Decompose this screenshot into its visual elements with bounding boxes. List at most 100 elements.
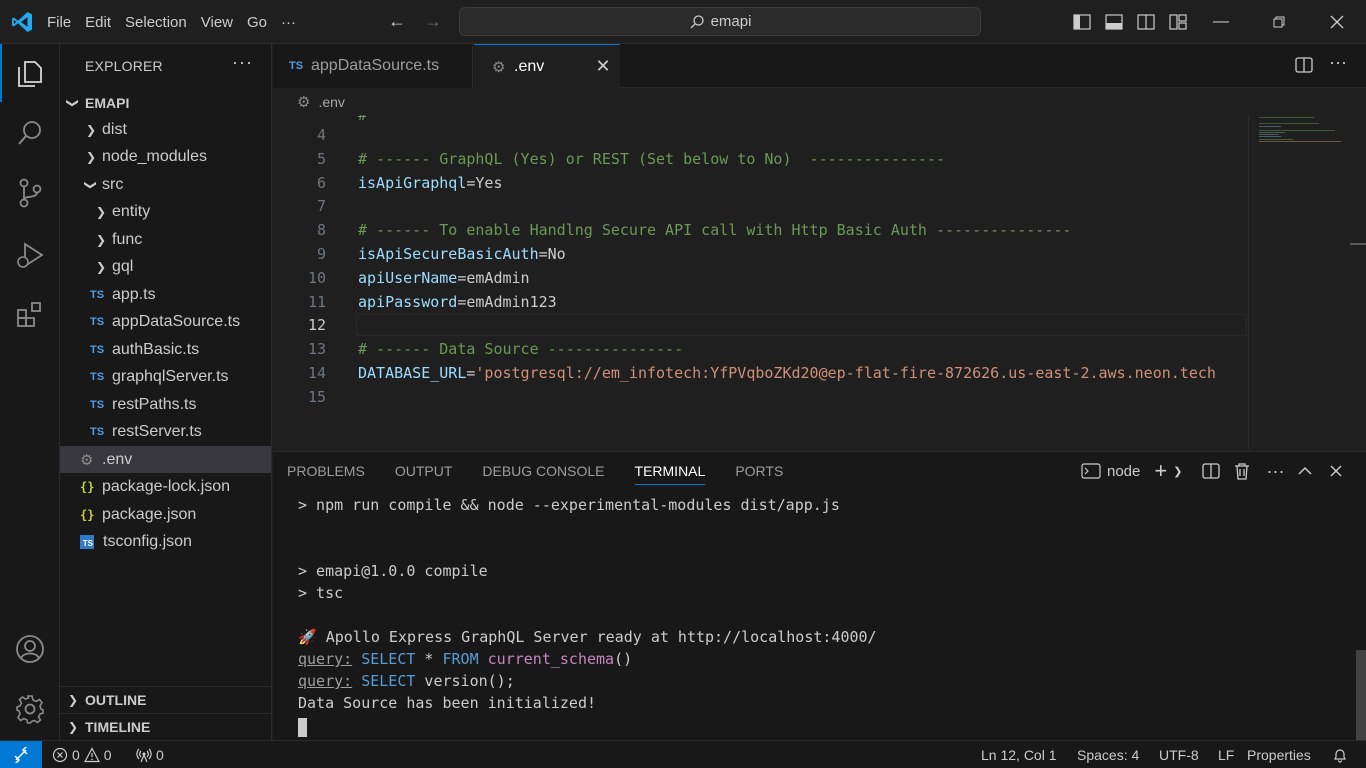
menu-more[interactable]: ··· [276,14,301,31]
tree-item[interactable]: ❯ entity [60,199,271,226]
tab-output[interactable]: OUTPUT [395,463,453,479]
toggle-secondary-sidebar-icon[interactable] [1130,0,1162,44]
maximize-panel-icon[interactable] [1298,466,1312,476]
panel-more-icon[interactable]: ··· [1266,461,1284,482]
eol-status[interactable]: LF [1218,741,1234,768]
tab-problems[interactable]: PROBLEMS [287,463,365,479]
extensions-activity[interactable] [0,286,60,344]
menu-selection[interactable]: Selection [120,14,192,31]
tab-terminal[interactable]: TERMINAL [634,463,706,485]
explorer-activity[interactable] [0,44,60,102]
tree-item[interactable]: ❯ gql [60,254,271,281]
new-terminal-icon[interactable]: + [1154,458,1167,484]
tree-item[interactable]: {} package.json [60,501,271,528]
minimize-button[interactable]: — [1192,0,1250,44]
chevron-down-icon[interactable]: ❯ [1173,465,1182,478]
source-control-icon [19,178,42,208]
trash-icon[interactable] [1234,462,1250,480]
typescript-file-icon: TS [90,426,105,438]
status-bar: 0 0 0 Ln 12, Col 1 Spaces: 4 UTF-8 LF Pr… [0,740,1366,768]
menu-file[interactable]: File [42,14,76,31]
tree-item[interactable]: TS graphqlServer.ts [60,364,271,391]
tree-item[interactable]: ⚙ .env [60,446,271,473]
tree-root-emapi[interactable]: ❯ EMAPI [60,89,271,116]
partial-line: # [358,115,368,124]
chevron-right-icon: ❯ [95,205,107,219]
ports-status[interactable]: 0 [136,741,164,768]
indentation-status[interactable]: Spaces: 4 [1077,741,1139,768]
encoding-status[interactable]: UTF-8 [1159,741,1199,768]
problems-status[interactable]: 0 0 [52,741,112,768]
chevron-right-icon: ❯ [95,232,107,247]
tree-item-label: restPaths.ts [112,395,197,413]
remote-indicator[interactable] [0,741,42,768]
terminal-token: Data Source has been initialized! [298,694,597,712]
restore-button[interactable] [1250,0,1308,44]
minimap[interactable] [1248,115,1350,450]
tree-item[interactable]: ❯ func [60,226,271,253]
typescript-file-icon: TS [90,316,105,328]
search-activity[interactable] [0,104,60,162]
chevron-right-icon: ❯ [67,720,79,734]
tab-debug-console[interactable]: DEBUG CONSOLE [482,463,604,479]
explorer-more-icon[interactable]: ··· [232,52,253,73]
terminal-token: > tsc [298,584,344,602]
forward-arrow-icon[interactable]: → [422,12,444,32]
line-number: 14 [307,364,326,382]
tree-item[interactable]: TS restPaths.ts [60,391,271,418]
tree-item[interactable]: TS authBasic.ts [60,336,271,363]
tree-item[interactable]: ❯ src [60,171,271,198]
cursor-position[interactable]: Ln 12, Col 1 [981,741,1057,768]
close-tab-icon[interactable]: ✕ [594,57,612,75]
breadcrumb-file[interactable]: .env [318,94,344,110]
accounts-activity[interactable] [0,620,60,678]
tree-item[interactable]: {} package-lock.json [60,474,271,501]
command-center-search[interactable]: emapi [459,7,981,36]
editor-scrollbar[interactable] [1350,115,1366,450]
code-editor[interactable]: # 4 5 # ------ GraphQL (Yes) or REST (Set … [273,115,1247,450]
editor-more-icon[interactable]: ··· [1329,52,1347,73]
search-text: emapi [710,13,752,30]
tree-item[interactable]: TS app.ts [60,281,271,308]
tree-item[interactable]: TS appDataSource.ts [60,309,271,336]
terminal-selector[interactable]: node [1081,463,1140,480]
minimap-line [1259,136,1281,137]
source-control-activity[interactable] [0,164,60,222]
tab-ports[interactable]: PORTS [735,463,783,479]
language-mode[interactable]: Properties [1247,741,1311,768]
close-window-button[interactable] [1308,0,1366,44]
customize-layout-icon[interactable] [1162,0,1194,44]
close-panel-icon[interactable] [1330,465,1342,477]
tree-item[interactable]: TS restServer.ts [60,419,271,446]
env-file-icon: ⚙ [297,94,311,111]
menu-view[interactable]: View [196,14,238,31]
toggle-panel-icon[interactable] [1098,0,1130,44]
tree-item[interactable]: ❯ node_modules [60,144,271,171]
outline-section[interactable]: ❯ OUTLINE [60,686,271,713]
line-number: 6 [316,173,326,192]
terminal-name: node [1107,462,1141,480]
tab-env[interactable]: ⚙ .env ✕ [474,44,620,88]
back-arrow-icon[interactable]: ← [386,12,408,32]
menu-go[interactable]: Go [242,14,272,31]
notifications-bell[interactable] [1332,741,1348,768]
tree-item[interactable]: TS tsconfig.json [60,529,271,556]
terminal-line: query: SELECT version(); [298,672,515,690]
menu-edit[interactable]: Edit [80,14,116,31]
code-token: isApiSecureBasicAuth [358,245,539,263]
run-debug-activity[interactable] [0,226,60,284]
toggle-primary-sidebar-icon[interactable] [1066,0,1098,44]
vscode-logo-icon[interactable] [10,10,34,34]
split-editor-icon[interactable] [1295,56,1313,77]
remote-icon [14,747,28,763]
tree-item[interactable]: ❯ dist [60,116,271,143]
manage-activity[interactable] [0,680,60,738]
terminal-scrollbar[interactable] [1356,650,1366,740]
timeline-section[interactable]: ❯ TIMELINE [60,713,271,740]
split-terminal-icon[interactable] [1202,462,1221,480]
tab-appdatasource[interactable]: TS appDataSource.ts [273,44,473,88]
terminal-line: > tsc [298,584,343,602]
terminal-token: SELECT [361,650,416,668]
line-number: 9 [316,245,326,263]
